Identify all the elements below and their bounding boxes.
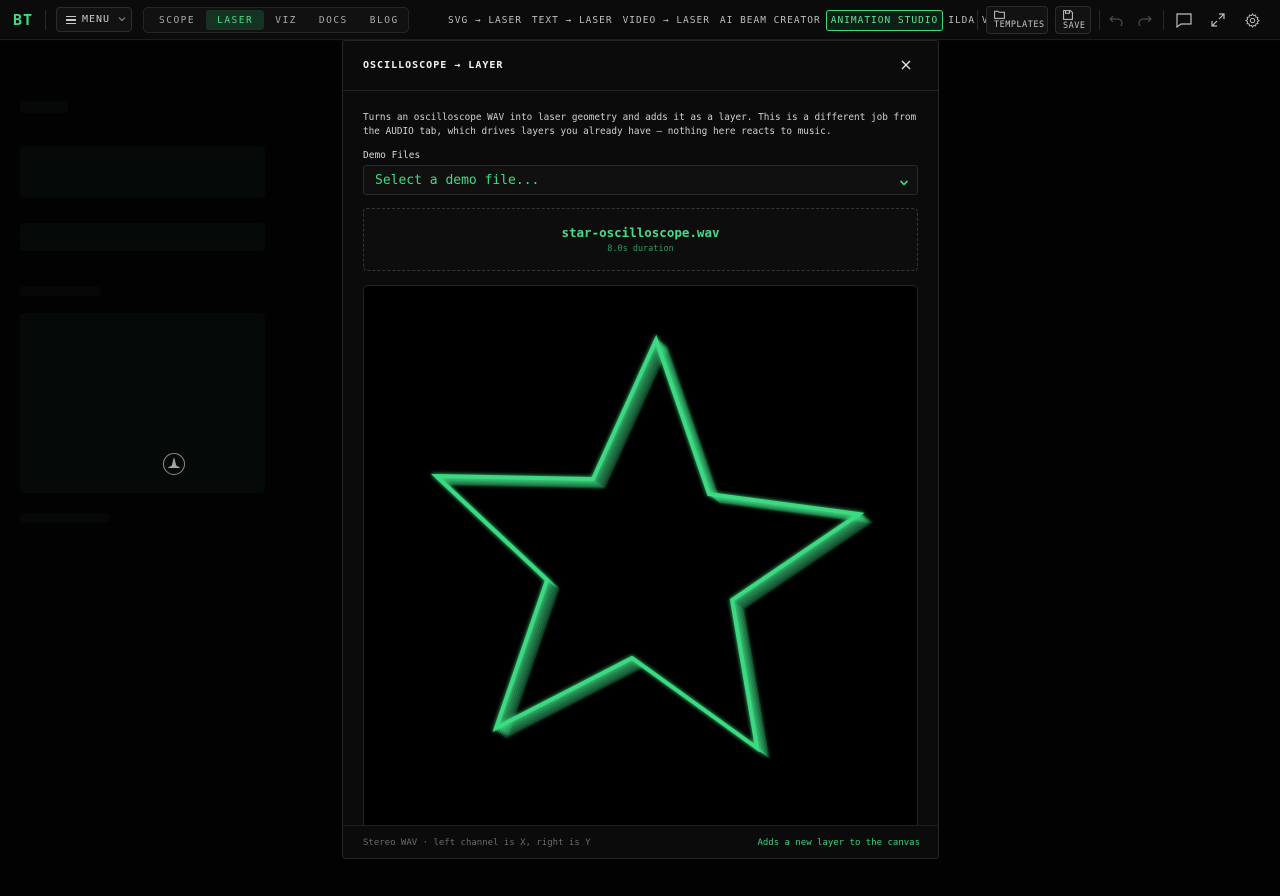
loaded-file-card[interactable]: star-oscilloscope.wav 8.0s duration	[363, 208, 918, 271]
templates-label: TEMPLATES	[994, 20, 1045, 30]
file-name: star-oscilloscope.wav	[561, 225, 720, 240]
tool-link-text-laser[interactable]: TEXT → LASER	[527, 15, 618, 26]
close-icon[interactable]	[898, 57, 914, 73]
mode-tab-docs[interactable]: DOCS	[308, 10, 359, 30]
star-trace	[436, 339, 866, 753]
mode-tab-viz[interactable]: VIZ	[264, 10, 308, 30]
compass-icon	[163, 453, 185, 475]
divider	[45, 10, 46, 30]
mode-tab-blog[interactable]: BLOG	[359, 10, 410, 30]
star-trace	[439, 341, 869, 756]
templates-button[interactable]: TEMPLATES	[986, 6, 1048, 34]
modal-title: OSCILLOSCOPE → LAYER	[363, 60, 504, 71]
app-logo[interactable]: BT	[13, 11, 33, 29]
oscilloscope-preview	[363, 285, 918, 833]
modal-footer: Stereo WAV · left channel is X, right is…	[343, 825, 938, 858]
star-trace	[434, 338, 864, 752]
tool-link-animation-studio[interactable]: ANIMATION STUDIO	[825, 9, 944, 31]
tool-link-video-laser[interactable]: VIDEO → LASER	[618, 15, 715, 26]
menu-icon	[66, 15, 76, 24]
mode-tab-scope[interactable]: SCOPE	[148, 10, 206, 30]
tool-link-ai-beam-creator[interactable]: AI BEAM CREATOR	[715, 15, 826, 26]
save-icon	[1063, 9, 1073, 20]
divider	[977, 10, 978, 30]
folder-icon	[994, 10, 1005, 19]
modal-description: Turns an oscilloscope WAV into laser geo…	[363, 112, 917, 137]
tool-links: SVG → LASER TEXT → LASER VIDEO → LASER AI B…	[443, 9, 1027, 31]
gear-icon[interactable]	[1242, 10, 1262, 30]
chat-icon[interactable]	[1174, 10, 1194, 30]
modal-header: OSCILLOSCOPE → LAYER	[343, 41, 938, 91]
menu-label: MENU	[82, 14, 111, 25]
select-placeholder: Select a demo file...	[375, 172, 540, 188]
file-duration: 8.0s duration	[607, 244, 674, 254]
tool-link-svg-laser[interactable]: SVG → LASER	[443, 15, 527, 26]
star-trace	[430, 334, 865, 753]
redo-icon[interactable]	[1135, 10, 1155, 30]
undo-icon[interactable]	[1106, 10, 1126, 30]
chevron-down-icon	[899, 176, 909, 191]
chevron-down-icon	[118, 15, 126, 24]
save-button[interactable]: SAVE	[1055, 6, 1091, 34]
star-trace	[437, 340, 867, 755]
footer-hint: Stereo WAV · left channel is X, right is…	[363, 838, 591, 848]
divider	[1099, 10, 1100, 30]
mode-switcher: SCOPE LASER VIZ DOCS BLOG	[143, 7, 409, 33]
demo-file-select[interactable]: Select a demo file...	[363, 165, 918, 195]
star-waveform	[430, 334, 874, 759]
menu-button[interactable]: MENU	[56, 7, 132, 32]
demo-files-label: Demo Files	[363, 150, 421, 161]
divider	[1163, 10, 1164, 30]
oscilloscope-layer-modal: OSCILLOSCOPE → LAYER Turns an oscillosco…	[342, 40, 939, 859]
expand-icon[interactable]	[1208, 10, 1228, 30]
footer-action-note: Adds a new layer to the canvas	[757, 838, 920, 848]
top-bar: BT MENU SCOPE LASER VIZ DOCS BLOG SVG → LASE…	[0, 0, 1280, 40]
mode-tab-laser[interactable]: LASER	[206, 10, 265, 30]
save-label: SAVE	[1063, 20, 1086, 31]
